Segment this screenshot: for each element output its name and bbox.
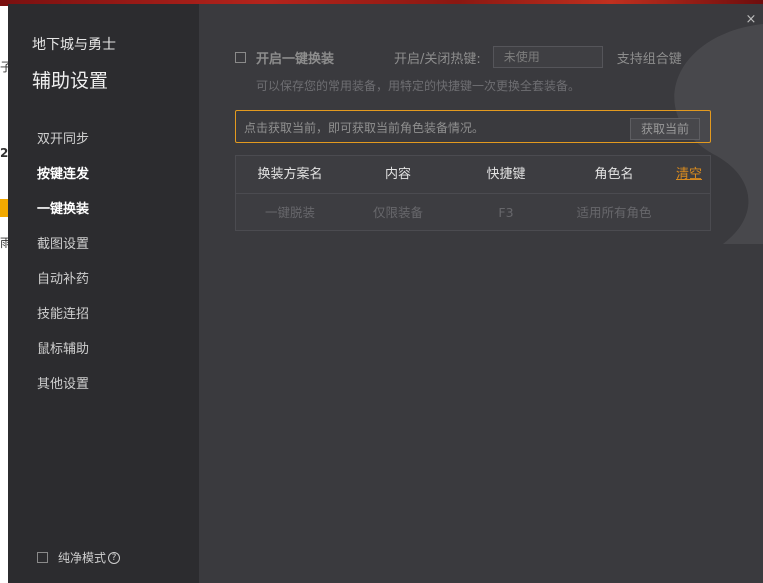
sidebar-nav: 双开同步 按键连发 一键换装 截图设置 自动补药 技能连招 鼠标辅助 其他设置: [8, 122, 199, 402]
sidebar-item-skill-combo[interactable]: 技能连招: [8, 297, 199, 332]
panel-title: 辅助设置: [32, 70, 109, 92]
clear-link[interactable]: 清空: [676, 156, 702, 194]
sidebar-item-quick-equip[interactable]: 一键换装: [8, 192, 199, 227]
column-header-content: 内容: [384, 167, 411, 182]
sidebar: 地下城与勇士 辅助设置 双开同步 按键连发 一键换装 截图设置 自动补药 技能连…: [8, 4, 199, 583]
app-name: 地下城与勇士: [32, 37, 116, 53]
hotkey-input[interactable]: 未使用: [492, 46, 603, 68]
column-header-hotkey: 快捷键: [486, 167, 526, 182]
sidebar-item-key-repeat[interactable]: 按键连发: [8, 157, 199, 192]
column-header-character: 角色名: [594, 167, 634, 182]
row-content: 仅限装备: [372, 205, 423, 220]
fetch-current-info-box: 点击获取当前，即可获取当前角色装备情况。 获取当前: [235, 110, 711, 143]
pure-mode-checkbox[interactable]: [37, 552, 48, 563]
help-icon[interactable]: ?: [108, 551, 121, 564]
sidebar-item-other-settings[interactable]: 其他设置: [8, 367, 199, 402]
close-icon[interactable]: ×: [745, 13, 757, 26]
column-header-scheme-name: 换装方案名: [257, 167, 323, 182]
equip-scheme-table: 换装方案名 内容 快捷键 角色名 清空 一键脱装 仅限装备 F3 适用所有角色: [235, 155, 711, 231]
fetch-current-hint: 点击获取当前，即可获取当前角色装备情况。: [244, 121, 485, 135]
enable-quick-equip-label: 开启一键换装: [256, 51, 335, 67]
table-header: 换装方案名 内容 快捷键 角色名 清空: [236, 156, 710, 194]
pure-mode-label: 纯净模式: [58, 551, 107, 565]
sidebar-item-mouse-assist[interactable]: 鼠标辅助: [8, 332, 199, 367]
enable-quick-equip-checkbox[interactable]: [235, 51, 246, 63]
hotkey-label: 开启/关闭热键:: [394, 51, 481, 67]
background-accent-bar: [0, 199, 8, 217]
background-app-edge: [0, 6, 8, 583]
background-text-fragment: 2: [0, 146, 8, 160]
feature-description: 可以保存您的常用装备，用特定的快捷键一次更换全套装备。: [256, 79, 581, 93]
row-hotkey: F3: [498, 205, 514, 220]
quick-equip-settings-row: 开启一键换装 开启/关闭热键: 未使用 支持组合键: [235, 45, 725, 69]
combo-key-label: 支持组合键: [616, 51, 682, 67]
sidebar-item-screenshot[interactable]: 截图设置: [8, 227, 199, 262]
background-text-fragment: 子: [0, 60, 8, 74]
sidebar-item-auto-potion[interactable]: 自动补药: [8, 262, 199, 297]
background-text-fragment: 雨: [0, 236, 8, 250]
sidebar-item-dual-sync[interactable]: 双开同步: [8, 122, 199, 157]
settings-dialog: 地下城与勇士 辅助设置 双开同步 按键连发 一键换装 截图设置 自动补药 技能连…: [8, 4, 763, 583]
row-character: 适用所有角色: [576, 205, 652, 220]
table-row[interactable]: 一键脱装 仅限装备 F3 适用所有角色: [236, 194, 710, 232]
pure-mode-toggle[interactable]: 纯净模式 ?: [37, 549, 121, 566]
main-panel: × 开启一键换装 开启/关闭热键: 未使用 支持组合键 可以保存您的常用装备，用…: [199, 4, 763, 583]
row-scheme-name: 一键脱装: [264, 205, 315, 220]
fetch-current-button[interactable]: 获取当前: [629, 118, 700, 140]
